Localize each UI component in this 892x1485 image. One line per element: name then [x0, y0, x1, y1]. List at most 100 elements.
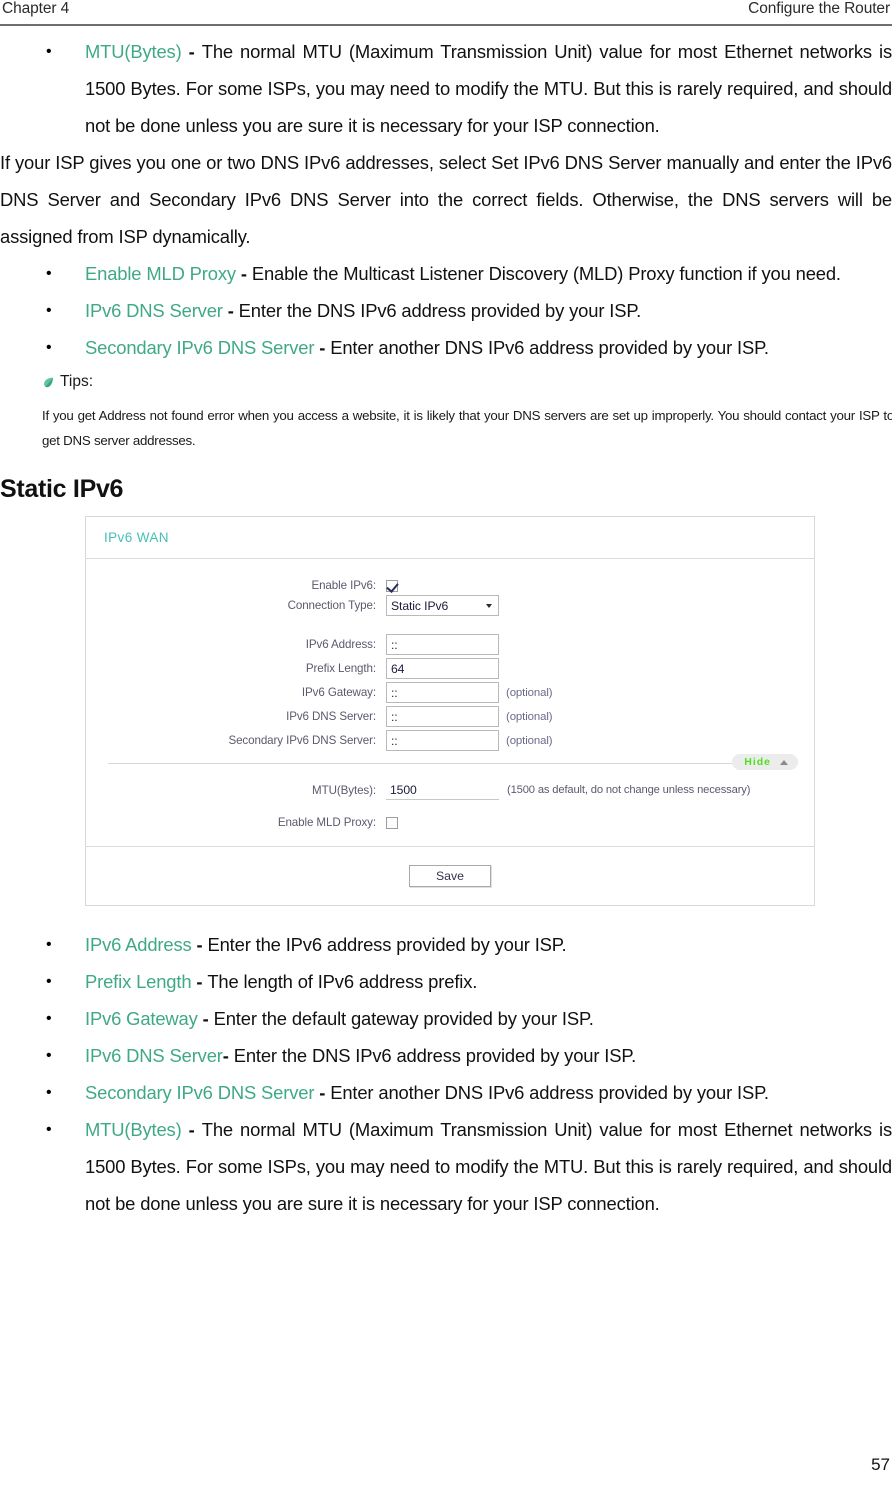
form-row-ipv6-gateway: IPv6 Gateway: :: (optional) — [86, 682, 814, 703]
list-item: MTU(Bytes) - The normal MTU (Maximum Tra… — [0, 1111, 892, 1222]
form-spacer — [86, 764, 814, 780]
hide-toggle-label: Hide — [744, 756, 771, 768]
ipv6-address-field[interactable]: :: — [386, 634, 499, 655]
bullet-text: Enter the default gateway provided by yo… — [213, 1008, 594, 1029]
bullet-text: Enter the IPv6 address provided by your … — [207, 934, 567, 955]
list-item: MTU(Bytes) - The normal MTU (Maximum Tra… — [0, 33, 892, 144]
list-item: Prefix Length - The length of IPv6 addre… — [0, 963, 892, 1000]
bullet-term: IPv6 Address — [85, 934, 192, 955]
bullet-term: Secondary IPv6 DNS Server — [85, 1082, 315, 1103]
header-chapter: Chapter 4 — [2, 0, 70, 17]
bullet-dash: - — [181, 1119, 202, 1140]
bullet-dash: - — [191, 971, 208, 992]
bullet-dash: - — [197, 1008, 214, 1029]
bullet-text: Enter another DNS IPv6 address provided … — [330, 337, 769, 358]
chevron-up-icon — [780, 759, 788, 765]
ipv6-dns-server-input[interactable]: :: — [386, 706, 499, 727]
connection-type-select[interactable]: Static IPv6 — [386, 595, 499, 616]
bullet-term: MTU(Bytes) — [85, 1119, 182, 1140]
form-row-mtu: MTU(Bytes): 1500 (1500 as default, do no… — [86, 780, 814, 800]
tips-label: Tips: — [60, 373, 94, 390]
list-item: IPv6 Gateway - Enter the default gateway… — [0, 1000, 892, 1037]
ipv6-gateway-label: IPv6 Gateway: — [301, 686, 376, 699]
header-divider — [0, 24, 892, 26]
secondary-ipv6-dns-server-label: Secondary IPv6 DNS Server: — [228, 734, 376, 747]
connection-type-value: Static IPv6 — [391, 598, 449, 613]
intro-paragraph: If your ISP gives you one or two DNS IPv… — [0, 152, 892, 247]
bottom-bullet-list: IPv6 Address - Enter the IPv6 address pr… — [0, 926, 892, 1222]
list-item: IPv6 DNS Server - Enter the DNS IPv6 add… — [0, 292, 892, 329]
bullet-text: Enable the Multicast Listener Discovery … — [251, 263, 841, 284]
bullet-dash: - — [222, 300, 239, 321]
form-row-secondary-ipv6-dns-server: Secondary IPv6 DNS Server: :: (optional) — [86, 730, 814, 751]
leaf-icon — [42, 373, 55, 387]
tips-heading: Tips: — [42, 370, 892, 394]
secondary-ipv6-dns-server-optional-note: (optional) — [506, 734, 553, 747]
panel-footer: Save — [86, 847, 814, 905]
form-row-ipv6-address: IPv6 Address: :: — [86, 634, 814, 655]
list-item: Enable MLD Proxy - Enable the Multicast … — [0, 255, 892, 292]
section-title: Static IPv6 — [0, 475, 124, 503]
bullet-term: IPv6 Gateway — [85, 1008, 198, 1029]
router-screenshot-panel: IPv6 WAN Enable IPv6: Connection Type: S… — [85, 516, 815, 906]
ipv6-address-label: IPv6 Address: — [305, 638, 376, 651]
ipv6-dns-server-optional-note: (optional) — [506, 710, 553, 723]
list-item: IPv6 DNS Server- Enter the DNS IPv6 addr… — [0, 1037, 892, 1074]
prefix-length-input[interactable]: 64 — [386, 658, 499, 679]
bullet-dash: - — [222, 1045, 234, 1066]
page-number: 57 — [871, 1455, 890, 1474]
advanced-divider: Hide — [108, 754, 798, 770]
connection-type-label: Connection Type: — [287, 599, 377, 612]
enable-ipv6-field[interactable] — [386, 579, 398, 592]
bullet-term: IPv6 DNS Server — [85, 300, 223, 321]
list-item: Secondary IPv6 DNS Server - Enter anothe… — [0, 1074, 892, 1111]
form-row-enable-ipv6: Enable IPv6: — [86, 579, 814, 592]
bullet-text: The length of IPv6 address prefix. — [207, 971, 478, 992]
secondary-ipv6-dns-server-input[interactable]: :: — [386, 730, 499, 751]
enable-ipv6-label: Enable IPv6: — [311, 579, 376, 592]
prefix-length-field[interactable]: 64 — [386, 658, 499, 679]
bullet-term: Enable MLD Proxy — [85, 263, 236, 284]
list-item: IPv6 Address - Enter the IPv6 address pr… — [0, 926, 892, 963]
ipv6-address-input[interactable]: :: — [386, 634, 499, 655]
bullet-term: Prefix Length — [85, 971, 192, 992]
mld-proxy-field[interactable] — [386, 816, 398, 829]
bullet-dash: - — [314, 337, 331, 358]
page-content: MTU(Bytes) - The normal MTU (Maximum Tra… — [0, 33, 892, 1222]
bullet-text: The normal MTU (Maximum Transmission Uni… — [85, 41, 892, 136]
chevron-down-icon — [486, 603, 492, 608]
ipv6-dns-server-label: IPv6 DNS Server: — [286, 710, 376, 723]
ipv6-gateway-input[interactable]: :: — [386, 682, 499, 703]
mtu-label: MTU(Bytes): — [312, 783, 376, 797]
panel-title: IPv6 WAN — [104, 530, 169, 545]
bullet-term: Secondary IPv6 DNS Server — [85, 337, 315, 358]
tips-body: If you get Address not found error when … — [42, 408, 892, 448]
ipv6-gateway-optional-note: (optional) — [506, 686, 553, 699]
secondary-ipv6-dns-server-field[interactable]: :: (optional) — [386, 730, 553, 751]
prefix-length-label: Prefix Length: — [305, 662, 376, 675]
form-spacer — [86, 619, 814, 634]
mld-proxy-checkbox[interactable] — [386, 816, 398, 829]
mtu-input[interactable]: 1500 — [386, 780, 499, 800]
mtu-field[interactable]: 1500 (1500 as default, do not change unl… — [386, 780, 750, 800]
bullet-text: Enter the DNS IPv6 address provided by y… — [238, 300, 642, 321]
panel-body: Enable IPv6: Connection Type: Static IPv… — [86, 559, 814, 847]
form-spacer — [86, 803, 814, 816]
ipv6-gateway-field[interactable]: :: (optional) — [386, 682, 553, 703]
enable-ipv6-checkbox[interactable] — [386, 579, 398, 592]
bullet-text: Enter the DNS IPv6 address provided by y… — [233, 1045, 637, 1066]
form-row-connection-type: Connection Type: Static IPv6 — [86, 595, 814, 616]
connection-type-field[interactable]: Static IPv6 — [386, 595, 499, 616]
panel-title-bar: IPv6 WAN — [86, 517, 814, 559]
form-row-ipv6-dns-server: IPv6 DNS Server: :: (optional) — [86, 706, 814, 727]
mid-bullet-list: Enable MLD Proxy - Enable the Multicast … — [0, 255, 892, 366]
save-button[interactable]: Save — [409, 865, 491, 887]
top-bullet-list: MTU(Bytes) - The normal MTU (Maximum Tra… — [0, 33, 892, 144]
tips-block: Tips: If you get Address not found error… — [0, 370, 892, 453]
hide-toggle-button[interactable]: Hide — [732, 754, 798, 770]
mld-proxy-label: Enable MLD Proxy: — [277, 816, 376, 829]
ipv6-dns-server-field[interactable]: :: (optional) — [386, 706, 553, 727]
header-section: Configure the Router — [748, 0, 890, 17]
bullet-term: MTU(Bytes) — [85, 41, 182, 62]
form-spacer — [86, 832, 814, 840]
